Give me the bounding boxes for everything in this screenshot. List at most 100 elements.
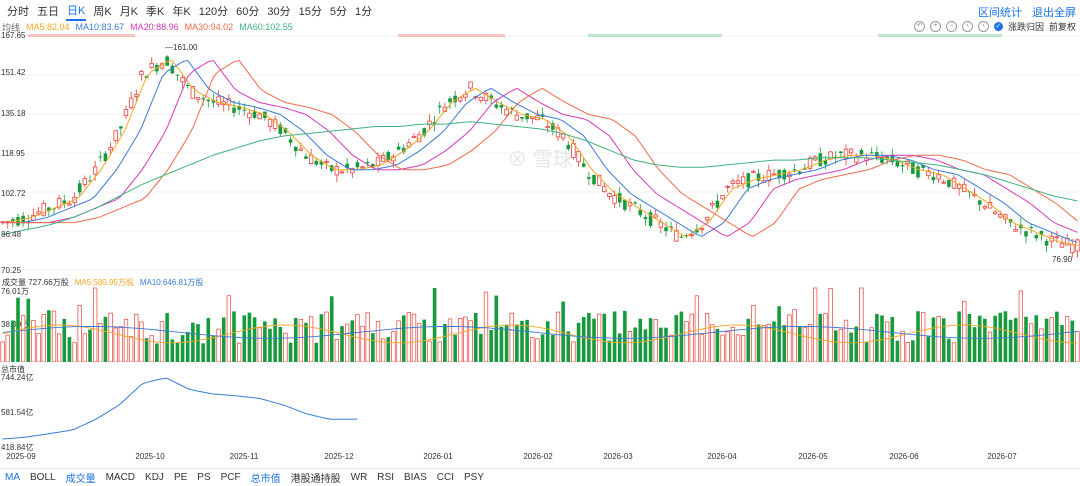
volume-bar (633, 327, 637, 362)
volume-bar (812, 287, 818, 362)
candle-body (411, 136, 417, 138)
candle-body (735, 180, 741, 184)
volume-bar (520, 320, 524, 362)
candle-body (324, 160, 329, 163)
candle-body (82, 178, 88, 185)
attribution-toggle[interactable]: 涨跌归因 (1008, 20, 1044, 33)
candle-body (710, 203, 715, 206)
candle-body (880, 157, 884, 163)
price-axis-label: 151.42 (1, 68, 26, 77)
indicator-tab-12[interactable]: BIAS (404, 472, 427, 483)
indicator-tab-1[interactable]: BOLL (30, 472, 56, 483)
attribution-checkbox-icon[interactable]: ✓ (993, 22, 1003, 31)
volume-bar (1008, 319, 1013, 362)
volume-bar (242, 315, 247, 362)
volume-bar (257, 327, 262, 362)
volume-bar (947, 338, 951, 362)
volume-bar (740, 335, 746, 362)
indicator-tab-0[interactable]: MA (5, 472, 20, 483)
indicator-tab-14[interactable]: PSY (464, 472, 484, 483)
volume-bar (720, 334, 725, 362)
range-stats-link[interactable]: 区间统计 (978, 4, 1022, 20)
candle-body (998, 214, 1003, 218)
indicator-tab-11[interactable]: RSI (377, 472, 394, 483)
period-tab-0[interactable]: 分时 (6, 2, 30, 20)
volume-bar (288, 342, 293, 362)
indicator-tab-6[interactable]: PS (197, 472, 210, 483)
period-tab-10[interactable]: 15分 (298, 2, 323, 20)
period-tab-8[interactable]: 60分 (235, 2, 260, 20)
period-tab-6[interactable]: 年K (171, 2, 191, 20)
candle-body (334, 166, 340, 176)
volume-bar (406, 312, 412, 362)
zoom-in-icon[interactable]: + (929, 21, 941, 32)
period-tab-3[interactable]: 周K (92, 2, 112, 20)
volume-bar (175, 342, 180, 362)
indicator-tab-13[interactable]: CCI (437, 472, 454, 483)
volume-bar (1018, 290, 1024, 362)
volume-bar (679, 311, 684, 362)
period-tab-5[interactable]: 季K (145, 2, 165, 20)
indicator-tab-5[interactable]: PE (174, 472, 187, 483)
candle-body (704, 216, 710, 221)
undo-icon[interactable]: ↶ (913, 21, 925, 32)
candle-body (720, 195, 725, 200)
volume-bar (535, 338, 540, 362)
indicator-tab-2[interactable]: 成交量 (66, 470, 96, 485)
volume-bar (1039, 328, 1044, 362)
adjust-toggle[interactable]: 前复权 (1049, 20, 1076, 33)
exit-fullscreen-link[interactable]: 退出全屏 (1032, 4, 1076, 20)
period-tab-7[interactable]: 120分 (198, 2, 229, 20)
volume-bar (710, 324, 715, 362)
indicator-tab-4[interactable]: KDJ (145, 472, 164, 483)
volume-bar (0, 341, 5, 362)
volume-bar (530, 337, 535, 362)
volume-bar (344, 323, 350, 362)
volume-chart[interactable] (0, 286, 1080, 362)
period-tab-12[interactable]: 1分 (354, 2, 373, 20)
candle-body (1070, 244, 1075, 254)
period-tab-9[interactable]: 30分 (266, 2, 291, 20)
volume-bar (391, 331, 396, 362)
candle-body (931, 176, 936, 181)
mcap-chart[interactable] (0, 370, 1080, 450)
volume-bar (941, 318, 946, 362)
candle-body (782, 169, 787, 180)
candle-body (1054, 236, 1060, 239)
volume-bar (211, 335, 216, 362)
move-left-icon[interactable]: ‹ (961, 21, 973, 32)
volume-bar (653, 319, 658, 362)
candle-body (715, 200, 720, 208)
candle-body (293, 146, 298, 152)
indicator-tab-3[interactable]: MACD (106, 472, 135, 483)
volume-bar (108, 312, 113, 362)
period-tab-1[interactable]: 五日 (36, 2, 60, 20)
indicator-tab-8[interactable]: 总市值 (251, 470, 281, 485)
period-tab-2[interactable]: 日K (66, 1, 87, 21)
volume-bar (118, 326, 124, 362)
candle-body (195, 97, 201, 100)
zoom-out-icon[interactable]: − (945, 21, 957, 32)
volume-bar (77, 305, 82, 362)
period-tab-4[interactable]: 月K (119, 2, 139, 20)
volume-bar (11, 320, 15, 362)
candle-body (699, 227, 705, 231)
indicator-tab-9[interactable]: 港股通持股 (291, 470, 341, 485)
x-axis-label: 2025-09 (6, 452, 36, 461)
candle-body (623, 199, 627, 210)
indicator-tab-10[interactable]: WR (351, 472, 368, 483)
volume-bar (401, 315, 406, 362)
candle-body (386, 151, 391, 160)
highlight-band (878, 34, 1002, 37)
volume-bar (643, 329, 648, 362)
ma5-value: MA5:82.04 (26, 22, 70, 32)
kline-chart[interactable]: ⊗ 雪球 —161.00 76.90 (0, 34, 1080, 274)
move-right-icon[interactable]: › (977, 21, 989, 32)
candle-body (499, 104, 504, 108)
period-tab-11[interactable]: 5分 (329, 2, 348, 20)
candle-body (560, 133, 566, 139)
highlight-band (398, 34, 505, 37)
price-axis-label: 102.72 (1, 189, 26, 198)
candle-body (916, 166, 920, 178)
indicator-tab-7[interactable]: PCF (221, 472, 241, 483)
